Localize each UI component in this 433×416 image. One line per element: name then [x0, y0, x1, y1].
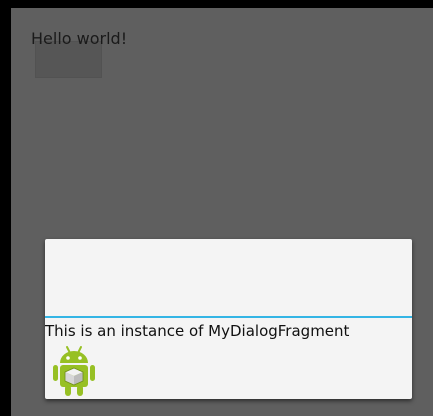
- status-bar: [0, 0, 433, 8]
- dialog-fragment: This is an instance of MyDialogFragment: [45, 239, 412, 399]
- dialog-message: This is an instance of MyDialogFragment: [45, 322, 350, 340]
- device-screen: Hello world! This is an instance of MyDi…: [0, 0, 433, 416]
- dialog-title: [45, 239, 412, 316]
- android-robot-icon: [53, 346, 95, 396]
- screen-edge: [0, 8, 11, 416]
- dialog-title-divider: [45, 316, 412, 318]
- hello-world-text: Hello world!: [31, 29, 128, 48]
